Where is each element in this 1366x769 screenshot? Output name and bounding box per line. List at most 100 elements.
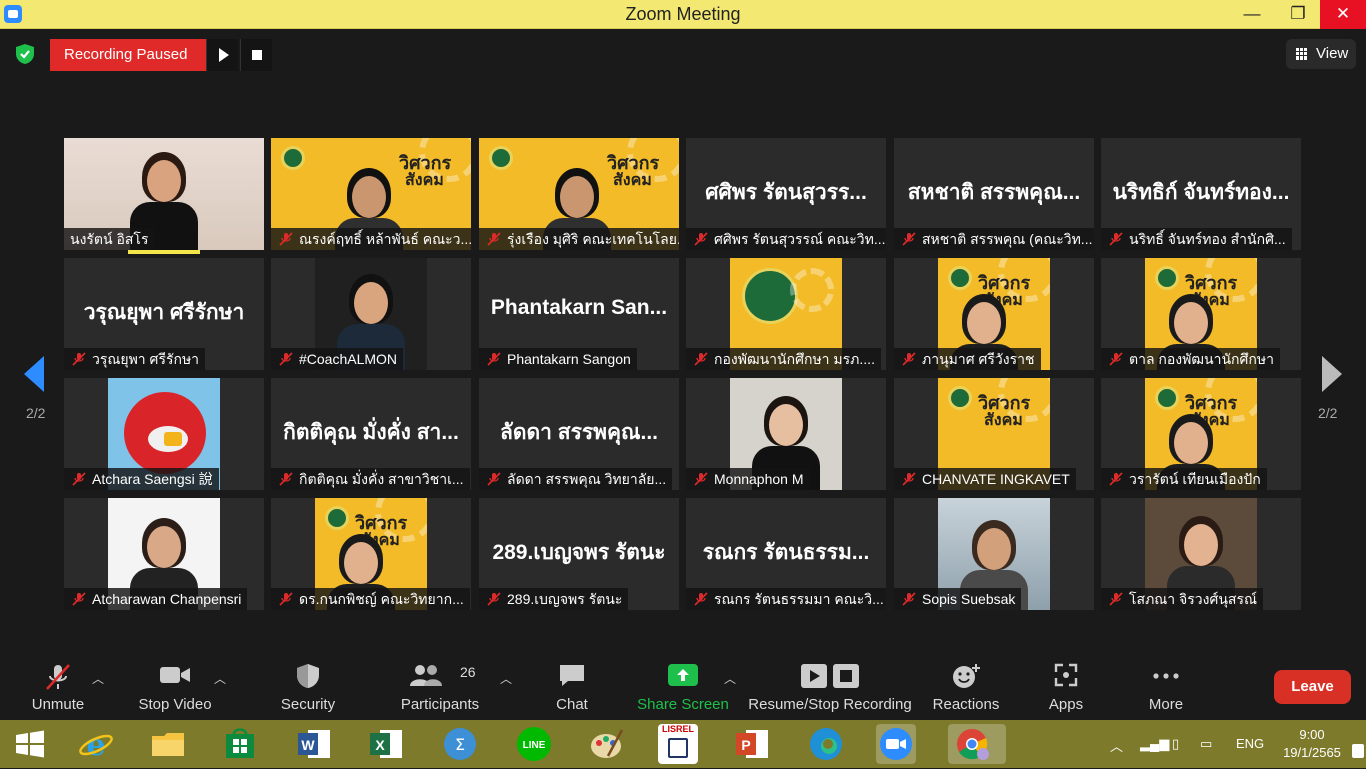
maximize-button[interactable]: ❐ xyxy=(1276,0,1320,29)
signal-icon[interactable]: ▂▄▆ xyxy=(1140,736,1169,752)
participant-tile[interactable]: วิศวกร สังคม ณรงค์ฤทธิ์ หล้าพันธ์ คณะว... xyxy=(271,138,471,250)
muted-mic-icon xyxy=(72,352,86,366)
participant-name: Atcharawan Chanpensri xyxy=(92,591,242,607)
participant-tile[interactable]: กองพัฒนานักศึกษา มรภ.... xyxy=(686,258,886,370)
chat-button[interactable]: Chat xyxy=(540,656,604,720)
university-logo-icon xyxy=(742,268,798,324)
participant-tile[interactable]: Phantakarn San... Phantakarn Sangon xyxy=(479,258,679,370)
participant-tile[interactable]: 289.เบญจพร รัตนะ 289.เบญจพร รัตนะ xyxy=(479,498,679,610)
participant-name: ลัดดา สรรพคุณ วิทยาลัย... xyxy=(507,471,667,487)
share-screen-icon xyxy=(668,664,698,686)
apps-icon xyxy=(1054,663,1078,687)
notification-icon[interactable] xyxy=(1352,744,1364,758)
participant-tile[interactable]: กิตติคุณ มั่งคั่ง สา... กิตติคุณ มั่งคั่ง… xyxy=(271,378,471,490)
audio-options-caret-icon[interactable]: ︿ xyxy=(92,670,104,687)
participant-tile[interactable]: #CoachALMON xyxy=(271,258,471,370)
resume-stop-recording-button[interactable]: Resume/Stop Recording xyxy=(744,656,916,720)
battery-icon[interactable]: ▯ xyxy=(1172,736,1179,752)
close-button[interactable]: ✕ xyxy=(1320,0,1366,29)
reactions-button[interactable]: Reactions xyxy=(928,656,1004,720)
line-icon[interactable]: LINE xyxy=(514,724,554,764)
participant-name: โสภณา จิรวงศ์นุสรณ์ xyxy=(1129,591,1257,607)
input-language[interactable]: ENG xyxy=(1236,736,1264,751)
store-icon[interactable] xyxy=(220,724,260,764)
participant-display-name: ลัดดา สรรพคุณ... xyxy=(499,421,659,444)
stop-video-button[interactable]: Stop Video xyxy=(130,656,220,720)
participant-name: ศศิพร รัตนสุวรรณ์ คณะวิท... xyxy=(714,231,886,247)
reactions-smiley-icon xyxy=(953,664,980,688)
lisrel-icon[interactable]: LISREL xyxy=(658,724,698,764)
participant-name: Atchara Saengsi 說 xyxy=(92,471,213,487)
powerpoint-icon[interactable]: P xyxy=(732,724,772,764)
participant-tile[interactable]: Atcharawan Chanpensri xyxy=(64,498,264,610)
muted-mic-icon xyxy=(279,592,293,606)
edge-icon[interactable] xyxy=(806,724,846,764)
participant-tile[interactable]: วิศวกร สังคม รุ่งเรือง มุศิริ คณะเทคโนโลย.… xyxy=(479,138,679,250)
security-shield-icon xyxy=(297,664,319,688)
participant-tile[interactable]: ศศิพร รัตนสุวรร... ศศิพร รัตนสุวรรณ์ คณะว… xyxy=(686,138,886,250)
resume-recording-icon[interactable] xyxy=(206,39,238,71)
participant-tile[interactable]: วิศวกร สังคม วรารัตน์ เทียนเมืองปัก xyxy=(1101,378,1301,490)
previous-page-icon[interactable] xyxy=(24,356,44,392)
network-error-icon[interactable]: ▭ xyxy=(1200,736,1212,752)
participants-button[interactable]: 26 Participants xyxy=(396,656,484,720)
muted-mic-icon xyxy=(902,472,916,486)
math-icon[interactable]: Σ xyxy=(440,724,480,764)
participants-caret-icon[interactable]: ︿ xyxy=(500,670,512,687)
muted-mic-icon xyxy=(72,592,86,606)
participant-name: นงรัตน์ อิสโร xyxy=(70,231,149,247)
more-button[interactable]: More xyxy=(1134,656,1198,720)
file-explorer-icon[interactable] xyxy=(148,724,188,764)
shield-check-icon[interactable] xyxy=(14,43,36,65)
participant-tile[interactable]: นงรัตน์ อิสโร xyxy=(64,138,264,250)
participant-name: วรุณยุพา ศรีรักษา xyxy=(92,351,200,367)
word-icon[interactable]: W xyxy=(294,724,334,764)
participant-tile[interactable]: ลัดดา สรรพคุณ... ลัดดา สรรพคุณ วิทยาลัย..… xyxy=(479,378,679,490)
show-hidden-icons-icon[interactable]: ︿ xyxy=(1110,736,1123,755)
share-screen-button[interactable]: Share Screen xyxy=(634,656,732,720)
security-button[interactable]: Security xyxy=(270,656,346,720)
university-logo-icon xyxy=(948,266,972,290)
share-options-caret-icon[interactable]: ︿ xyxy=(724,670,736,687)
view-button[interactable]: View xyxy=(1286,39,1356,69)
video-options-caret-icon[interactable]: ︿ xyxy=(214,670,226,687)
zoom-icon[interactable] xyxy=(876,724,916,764)
participants-label: Participants xyxy=(400,696,480,713)
leave-button[interactable]: Leave xyxy=(1274,670,1351,704)
active-speaker-indicator xyxy=(128,250,200,254)
participant-display-name: รณกร รัตนธรรม... xyxy=(702,541,870,564)
muted-mic-icon xyxy=(487,232,501,246)
svg-text:e: e xyxy=(86,728,105,763)
participant-tile[interactable]: วิศวกร สังคม ภานุมาศ ศรีวังราช xyxy=(894,258,1094,370)
apps-button[interactable]: Apps xyxy=(1034,656,1098,720)
taskbar-clock[interactable]: 9:00 19/1/2565 xyxy=(1282,726,1342,762)
participant-name-tag: Monnaphon M xyxy=(686,468,810,490)
participant-display-name: วรุณยุพา ศรีรักษา xyxy=(83,301,245,324)
participant-tile[interactable]: Sopis Suebsak xyxy=(894,498,1094,610)
participant-name-tag: รุ่งเรือง มุศิริ คณะเทคโนโลย... xyxy=(479,228,679,250)
minimize-button[interactable]: — xyxy=(1230,0,1274,29)
stop-recording-icon[interactable] xyxy=(240,39,272,71)
share-screen-label: Share Screen xyxy=(637,696,729,713)
participant-tile[interactable]: วิศวกร สังคม CHANVATE INGKAVET xyxy=(894,378,1094,490)
participant-display-name: Phantakarn San... xyxy=(490,296,668,319)
participant-tile[interactable]: วรุณยุพา ศรีรักษา วรุณยุพา ศรีรักษา xyxy=(64,258,264,370)
participant-display-name: สหชาติ สรรพคุณ... xyxy=(907,181,1081,204)
participant-tile[interactable]: โสภณา จิรวงศ์นุสรณ์ xyxy=(1101,498,1301,610)
participant-tile[interactable]: สหชาติ สรรพคุณ... สหชาติ สรรพคุณ (คณะวิท.… xyxy=(894,138,1094,250)
participant-tile[interactable]: รณกร รัตนธรรม... รณกร รัตนธรรมมา คณะวิ... xyxy=(686,498,886,610)
excel-icon[interactable]: X xyxy=(366,724,406,764)
participant-name-tag: นริทธิ์ จันทร์ทอง สำนักศิ... xyxy=(1101,228,1292,250)
participant-name: CHANVATE INGKAVET xyxy=(922,471,1070,487)
participant-tile[interactable]: Monnaphon M xyxy=(686,378,886,490)
unmute-button[interactable]: Unmute xyxy=(20,656,96,720)
paint-icon[interactable] xyxy=(586,724,626,764)
internet-explorer-icon[interactable]: e xyxy=(76,724,116,764)
participant-tile[interactable]: นริทธิก์ จันทร์ทอง... นริทธิ์ จันทร์ทอง ส… xyxy=(1101,138,1301,250)
chrome-icon[interactable] xyxy=(948,724,1006,764)
next-page-icon[interactable] xyxy=(1322,356,1342,392)
participant-tile[interactable]: Atchara Saengsi 說 xyxy=(64,378,264,490)
participant-tile[interactable]: วิศวกร สังคม ดร.กนกพิชญ์ คณะวิทยาก... xyxy=(271,498,471,610)
participant-tile[interactable]: วิศวกร สังคม ตาล กองพัฒนานักศึกษา xyxy=(1101,258,1301,370)
windows-start-icon[interactable] xyxy=(10,724,50,764)
